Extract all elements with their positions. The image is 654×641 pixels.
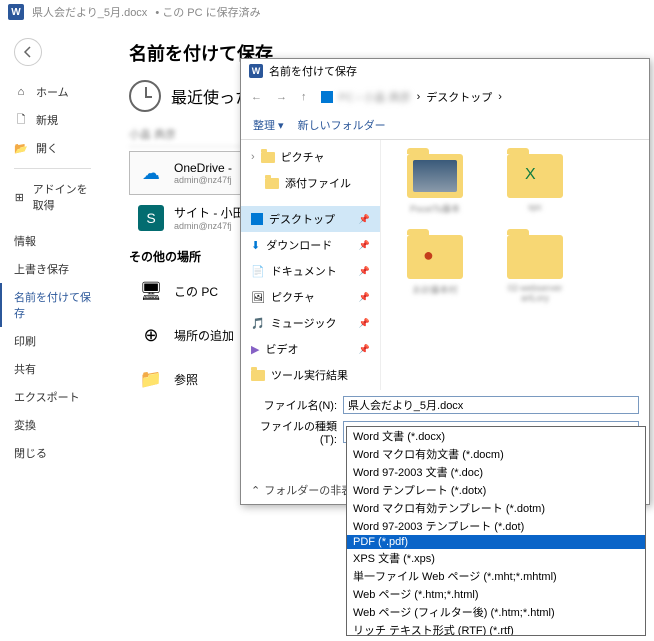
picture-icon: 🖼 (251, 291, 265, 304)
folder-tile[interactable]: Xspc (495, 154, 575, 215)
nav-save[interactable]: 上書き保存 (0, 255, 105, 283)
tree-pictures[interactable]: ›ピクチャ (241, 144, 380, 170)
filename-label: ファイル名(N): (251, 397, 337, 413)
folder-tile[interactable]: PoceITs藤本 (395, 154, 475, 215)
nav-new[interactable]: 🗋新規 (0, 106, 105, 134)
music-icon: 🎵 (251, 317, 265, 330)
nav-info[interactable]: 情報 (0, 227, 105, 255)
document-icon: 📄 (251, 265, 265, 278)
tree-documents[interactable]: 📄ドキュメント📌 (241, 258, 380, 284)
dropdown-option[interactable]: Word テンプレート (*.dotx) (347, 481, 645, 499)
tree-pictures2[interactable]: 🖼ピクチャ📌 (241, 284, 380, 310)
video-icon: ▶ (251, 343, 259, 356)
dropdown-option[interactable]: Word 97-2003 文書 (*.doc) (347, 463, 645, 481)
pin-icon[interactable]: 📌 (359, 318, 370, 329)
pc-icon: 🖥 (138, 278, 164, 304)
nav-open[interactable]: 📂開く (0, 134, 105, 162)
pin-icon[interactable]: 📌 (359, 266, 370, 277)
nav-share[interactable]: 共有 (0, 355, 105, 383)
tree-attach[interactable]: 添付ファイル (241, 170, 380, 196)
dialog-nav: ← → ↑ PC › 小畠 典彦 › デスクトップ › (241, 83, 649, 111)
dropdown-option[interactable]: Word 97-2003 テンプレート (*.dot) (347, 517, 645, 535)
home-icon: ⌂ (14, 85, 28, 99)
tree-videos[interactable]: ▶ビデオ📌 (241, 336, 380, 362)
dropdown-option[interactable]: Web ページ (*.htm;*.html) (347, 585, 645, 603)
tree-downloads[interactable]: ⬇ダウンロード📌 (241, 232, 380, 258)
chevron-up-icon: ⌃ (251, 484, 260, 497)
pin-icon[interactable]: 📌 (359, 240, 370, 251)
nav-back-icon[interactable]: ← (251, 91, 262, 103)
sharepoint-icon: S (138, 205, 164, 231)
nav-saveas[interactable]: 名前を付けて保存 (0, 283, 105, 327)
title-saved: • この PC に保存済み (155, 4, 260, 20)
tree-tools[interactable]: ツール実行結果 (241, 362, 380, 388)
dropdown-option[interactable]: 単一ファイル Web ページ (*.mht;*.mhtml) (347, 567, 645, 585)
nav-export[interactable]: エクスポート (0, 383, 105, 411)
dropdown-option-pdf[interactable]: PDF (*.pdf) (347, 535, 645, 549)
dropdown-option[interactable]: Word マクロ有効文書 (*.docm) (347, 445, 645, 463)
folder-icon: X (507, 154, 563, 198)
tree-desktop[interactable]: デスクトップ📌 (241, 206, 380, 232)
filetype-dropdown: Word 文書 (*.docx) Word マクロ有効文書 (*.docm) W… (346, 426, 646, 636)
folder-tile[interactable]: ●お計藤本村 (395, 235, 475, 303)
nav-print[interactable]: 印刷 (0, 327, 105, 355)
dropdown-option[interactable]: リッチ テキスト形式 (RTF) (*.rtf) (347, 621, 645, 636)
nav-forward-icon[interactable]: → (276, 91, 287, 103)
folder-icon (507, 235, 563, 279)
folder-icon (265, 178, 279, 189)
nav-addins[interactable]: ⊞アドインを取得 (0, 175, 105, 219)
pin-icon[interactable]: 📌 (359, 292, 370, 303)
nav-close[interactable]: 閉じる (0, 439, 105, 467)
dropdown-option[interactable]: Word 文書 (*.docx) (347, 427, 645, 445)
folder-tree: ›ピクチャ 添付ファイル デスクトップ📌 ⬇ダウンロード📌 📄ドキュメント📌 🖼… (241, 140, 381, 390)
folder-icon (261, 152, 275, 163)
browse-icon: 📁 (138, 366, 164, 392)
new-icon: 🗋 (14, 113, 28, 127)
nav-transform[interactable]: 変換 (0, 411, 105, 439)
nav-up-icon[interactable]: ↑ (301, 91, 307, 103)
pin-icon[interactable]: 📌 (359, 344, 370, 355)
filename-input[interactable] (343, 396, 639, 414)
title-filename: 県人会だより_5月.docx (32, 4, 147, 20)
addins-icon: ⊞ (14, 190, 25, 204)
dropdown-option[interactable]: XPS 文書 (*.xps) (347, 549, 645, 567)
download-icon: ⬇ (251, 239, 260, 252)
folder-icon (251, 370, 265, 381)
drive-icon (321, 91, 333, 103)
back-button[interactable] (14, 38, 42, 66)
dropdown-option[interactable]: Web ページ (フィルター後) (*.htm;*.html) (347, 603, 645, 621)
arrow-left-icon (21, 45, 35, 59)
addplace-icon: ⊕ (138, 322, 164, 348)
pin-icon[interactable]: 📌 (359, 214, 370, 225)
folder-icon: ● (407, 235, 463, 279)
word-app-icon: W (8, 4, 24, 20)
desktop-icon (251, 213, 263, 225)
newfolder-button[interactable]: 新しいフォルダー (298, 117, 386, 133)
folder-tile[interactable]: 02-webserver artLory (495, 235, 575, 303)
nav-home[interactable]: ⌂ホーム (0, 78, 105, 106)
backstage-sidebar: ⌂ホーム 🗋新規 📂開く ⊞アドインを取得 情報 上書き保存 名前を付けて保存 … (0, 24, 105, 641)
clock-icon (129, 80, 161, 112)
titlebar: W 県人会だより_5月.docx • この PC に保存済み (0, 0, 654, 24)
word-app-icon: W (249, 64, 263, 78)
dialog-titlebar: W 名前を付けて保存 (241, 59, 649, 83)
onedrive-icon: ☁ (138, 160, 164, 186)
folder-icon (407, 154, 463, 198)
breadcrumb[interactable]: PC › 小畠 典彦 › デスクトップ › (321, 89, 502, 105)
open-icon: 📂 (14, 141, 28, 155)
tree-music[interactable]: 🎵ミュージック📌 (241, 310, 380, 336)
filetype-label: ファイルの種類(T): (251, 418, 337, 446)
organize-menu[interactable]: 整理 ▾ (253, 117, 284, 133)
dialog-toolbar: 整理 ▾ 新しいフォルダー (241, 111, 649, 140)
file-grid: PoceITs藤本 Xspc ●お計藤本村 02-webserver artLo… (381, 140, 649, 390)
dropdown-option[interactable]: Word マクロ有効テンプレート (*.dotm) (347, 499, 645, 517)
